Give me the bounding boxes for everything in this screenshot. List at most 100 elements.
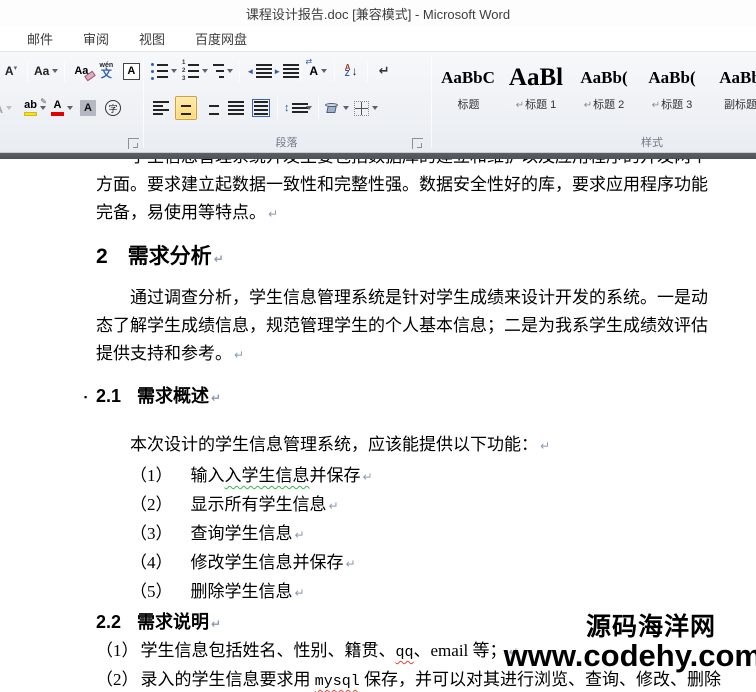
multilevel-list-icon: [213, 64, 224, 78]
separator: [277, 97, 278, 119]
multilevel-list-button[interactable]: [212, 59, 234, 83]
borders-button[interactable]: [353, 96, 379, 120]
tab-mailings[interactable]: 邮件: [12, 26, 68, 51]
style-card-title[interactable]: AaBbC 标题: [436, 59, 500, 117]
distribute-button[interactable]: [250, 96, 272, 120]
style-preview: AaBl: [509, 63, 563, 93]
return-mark: ↵: [329, 499, 339, 513]
return-mark: ↵: [295, 586, 305, 600]
distribute-icon: [252, 99, 270, 117]
title-bar: 课程设计报告.doc [兼容模式] - Microsoft Word: [0, 0, 756, 27]
numbering-icon: 1 2 3: [182, 61, 199, 81]
clear-formatting-icon: Aa: [74, 65, 88, 77]
paragraph-overview: 本次设计的学生信息管理系统，应该能提供以下功能：↵: [96, 431, 723, 460]
paragraph-analysis: 通过调查分析，学生信息管理系统是针对学生成绩来设计开发的系统。一是动态了解学生成…: [96, 284, 723, 369]
phonetic-guide-button[interactable]: wén 文: [95, 59, 117, 83]
return-mark: ↵: [214, 252, 224, 266]
line-spacing-button[interactable]: ↕: [283, 96, 313, 120]
style-label: ↵标题 2: [584, 96, 625, 112]
align-center-icon: [178, 101, 194, 115]
return-mark: ↵: [540, 439, 550, 453]
line-spacing-icon: ↕: [284, 102, 303, 114]
style-label: 副标题: [723, 96, 756, 112]
show-marks-icon: ↵: [379, 63, 390, 79]
notes-list: （1）学生信息包括姓名、性别、籍贯、qq、email 等；↵ （2）录入的学生信…: [96, 637, 723, 692]
shading-button[interactable]: [324, 96, 350, 120]
justify-button[interactable]: [225, 96, 247, 120]
sort-button[interactable]: A Z ↓: [340, 59, 362, 83]
spelling-squiggle: mysql: [315, 673, 360, 690]
document-page[interactable]: 学生信息管理系统开发主要包括数据库的建立和维护以及应用程序的开发两个方面。要求建…: [0, 159, 756, 692]
font-color-icon: A: [51, 100, 64, 116]
font-group-row2: A ab ✎ A A 字: [0, 96, 124, 120]
justify-icon: [228, 101, 244, 115]
text-effects-icon: A: [0, 101, 3, 116]
change-case-button[interactable]: Aa: [33, 59, 59, 83]
return-mark: ↵: [211, 617, 221, 631]
sort-icon: A Z ↓: [345, 64, 358, 78]
bullets-icon: [151, 63, 168, 80]
heading-bullet: ▪: [84, 384, 87, 410]
increase-indent-icon: ►: [273, 64, 295, 78]
shrink-font-button[interactable]: A▾: [0, 59, 22, 83]
enclose-character-icon: 字: [105, 100, 121, 116]
separator: [334, 60, 335, 82]
separator: [318, 97, 319, 119]
character-shading-icon: A: [80, 100, 96, 116]
style-card-heading1[interactable]: AaBl ↵标题 1: [504, 59, 568, 117]
return-mark: ↵: [346, 557, 356, 571]
text-effects-button[interactable]: A: [0, 96, 14, 120]
tab-view[interactable]: 视图: [124, 26, 180, 51]
character-border-button[interactable]: A: [120, 59, 142, 83]
paragraph-group-row1: 1 2 3 ◄ ►: [150, 59, 395, 83]
document-body: 学生信息管理系统开发主要包括数据库的建立和维护以及应用程序的开发两个方面。要求建…: [96, 159, 723, 692]
word-window: 课程设计报告.doc [兼容模式] - Microsoft Word 邮件 审阅…: [0, 0, 756, 692]
list-item: （5）删除学生信息↵: [130, 578, 723, 607]
list-item: （3）查询学生信息↵: [130, 520, 723, 549]
align-center-button[interactable]: [175, 96, 197, 120]
tab-review[interactable]: 审阅: [68, 26, 124, 51]
font-dialog-launcher[interactable]: [128, 138, 139, 149]
paragraph-group-row2: ↕: [150, 96, 379, 120]
style-card-heading3[interactable]: AaBb( ↵标题 3: [640, 59, 704, 117]
character-border-icon: A: [123, 63, 140, 80]
align-right-button[interactable]: [200, 96, 222, 120]
style-preview: AaBbC: [441, 63, 495, 93]
style-preview: AaBb: [719, 63, 756, 93]
style-preview: AaBb(: [580, 63, 627, 93]
text-highlight-icon: ab ✎: [24, 100, 37, 116]
style-label: 标题: [457, 96, 480, 112]
style-card-subtitle[interactable]: AaBb 副标题: [708, 59, 756, 117]
separator: [367, 60, 368, 82]
change-case-icon: Aa: [34, 64, 49, 78]
increase-indent-button[interactable]: ►: [272, 59, 296, 83]
font-color-button[interactable]: A: [50, 96, 74, 120]
tab-baidu-netdisk[interactable]: 百度网盘: [180, 26, 262, 51]
separator: [64, 60, 65, 82]
character-shading-button[interactable]: A: [77, 96, 99, 120]
heading-2: 2需求分析↵: [96, 242, 723, 274]
bullets-button[interactable]: [150, 59, 178, 83]
style-label: ↵标题 1: [516, 96, 557, 112]
asian-layout-button[interactable]: ⇄ A: [307, 59, 329, 83]
align-left-button[interactable]: [150, 96, 172, 120]
style-card-heading2[interactable]: AaBb( ↵标题 2: [572, 59, 636, 117]
style-label: ↵标题 3: [652, 96, 693, 112]
clear-formatting-button[interactable]: Aa: [70, 59, 92, 83]
shrink-font-icon: A: [5, 64, 14, 78]
return-mark: ↵: [363, 470, 373, 484]
text-highlight-button[interactable]: ab ✎: [23, 96, 47, 120]
separator: [27, 60, 28, 82]
return-mark: ↵: [295, 528, 305, 542]
show-marks-button[interactable]: ↵: [373, 59, 395, 83]
document-title: 课程设计报告.doc [兼容模式] - Microsoft Word: [246, 4, 510, 23]
paragraph-dialog-launcher[interactable]: [412, 138, 423, 149]
spelling-squiggle: qq: [396, 644, 414, 661]
ribbon-tab-strip: 邮件 审阅 视图 百度网盘: [0, 27, 756, 51]
decrease-indent-button[interactable]: ◄: [245, 59, 269, 83]
styles-group-label: 样式: [432, 134, 756, 150]
separator: [301, 60, 302, 82]
style-preview: AaBb(: [648, 63, 695, 93]
numbering-button[interactable]: 1 2 3: [181, 59, 209, 83]
enclose-character-button[interactable]: 字: [102, 96, 124, 120]
